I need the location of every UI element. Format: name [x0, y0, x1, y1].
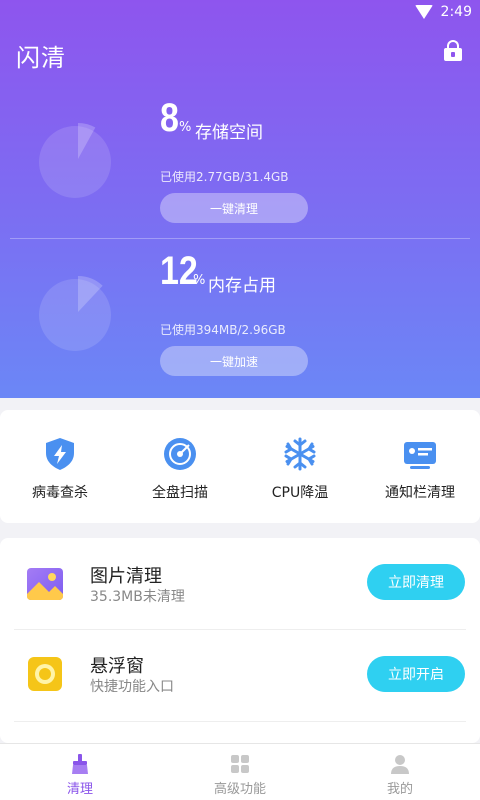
- wifi-icon: [414, 5, 433, 19]
- bottom-nav: 清理 高级功能 我的: [0, 743, 480, 800]
- hero-divider: [10, 238, 470, 239]
- snowflake-icon: [284, 437, 316, 471]
- lock-icon[interactable]: [444, 40, 462, 62]
- tool-full-scan[interactable]: 全盘扫描: [120, 410, 240, 523]
- app-title: 闪清: [16, 44, 66, 72]
- pie-used-slice: [78, 123, 96, 159]
- hero-panel: 2:49 闪清 8 % 存储空间 已使用2.77GB/31.4GB 一键清理 1…: [0, 0, 480, 398]
- nav-label: 高级功能: [213, 782, 266, 797]
- tool-label: 病毒查杀: [32, 485, 88, 501]
- storage-percent-sign: %: [179, 120, 192, 135]
- nav-label: 清理: [66, 782, 93, 797]
- memory-label: 内存占用: [208, 276, 276, 296]
- picture-icon: [27, 568, 63, 600]
- list-item-photo-clean: 图片清理 35.3MB未清理 立即清理: [0, 538, 480, 630]
- list-item-subtitle: 快捷功能入口: [90, 679, 174, 695]
- scan-radar-icon: [164, 438, 196, 470]
- storage-percent: 8: [160, 96, 179, 140]
- nav-tab-advanced[interactable]: 高级功能: [160, 744, 320, 800]
- notification-card-icon: [404, 442, 436, 469]
- one-key-clean-button[interactable]: 一键清理: [160, 193, 308, 223]
- storage-label: 存储空间: [195, 123, 263, 143]
- list-item-title: 图片清理: [90, 566, 162, 587]
- user-icon: [391, 755, 409, 774]
- broom-icon: [72, 754, 88, 774]
- pie-used-slice: [78, 276, 103, 312]
- floating-window-icon: [28, 657, 62, 691]
- memory-usage-text: 已使用394MB/2.96GB: [160, 323, 286, 337]
- enable-now-button[interactable]: 立即开启: [367, 656, 465, 692]
- memory-percent-sign: %: [193, 273, 206, 288]
- tool-cpu-cool[interactable]: CPU降温: [240, 410, 360, 523]
- shield-lightning-icon: [46, 438, 74, 470]
- clean-now-button[interactable]: 立即清理: [367, 564, 465, 600]
- tool-label: 通知栏清理: [385, 485, 455, 501]
- storage-pie-chart: [39, 123, 111, 198]
- memory-pie-chart: [39, 276, 111, 351]
- nav-tab-mine[interactable]: 我的: [320, 744, 480, 800]
- tool-notification-clean[interactable]: 通知栏清理: [360, 410, 480, 523]
- storage-usage-text: 已使用2.77GB/31.4GB: [160, 170, 289, 184]
- tool-virus-scan[interactable]: 病毒查杀: [0, 410, 120, 523]
- nav-tab-clean[interactable]: 清理: [0, 744, 160, 800]
- one-key-boost-button[interactable]: 一键加速: [160, 346, 308, 376]
- tools-card: 病毒查杀 全盘扫描 CPU降温 通知栏清理: [0, 410, 480, 523]
- list-item-floating-window: 悬浮窗 快捷功能入口 立即开启: [0, 630, 480, 722]
- status-time: 2:49: [440, 4, 472, 20]
- grid-icon: [231, 755, 249, 773]
- list-divider: [14, 721, 466, 722]
- list-item-title: 悬浮窗: [90, 656, 144, 677]
- nav-label: 我的: [386, 782, 413, 797]
- list-item-subtitle: 35.3MB未清理: [90, 589, 185, 605]
- tool-label: 全盘扫描: [152, 485, 208, 501]
- tool-label: CPU降温: [271, 485, 329, 501]
- feature-list: 图片清理 35.3MB未清理 立即清理 悬浮窗 快捷功能入口 立即开启: [0, 538, 480, 743]
- status-bar: 2:49: [0, 0, 480, 24]
